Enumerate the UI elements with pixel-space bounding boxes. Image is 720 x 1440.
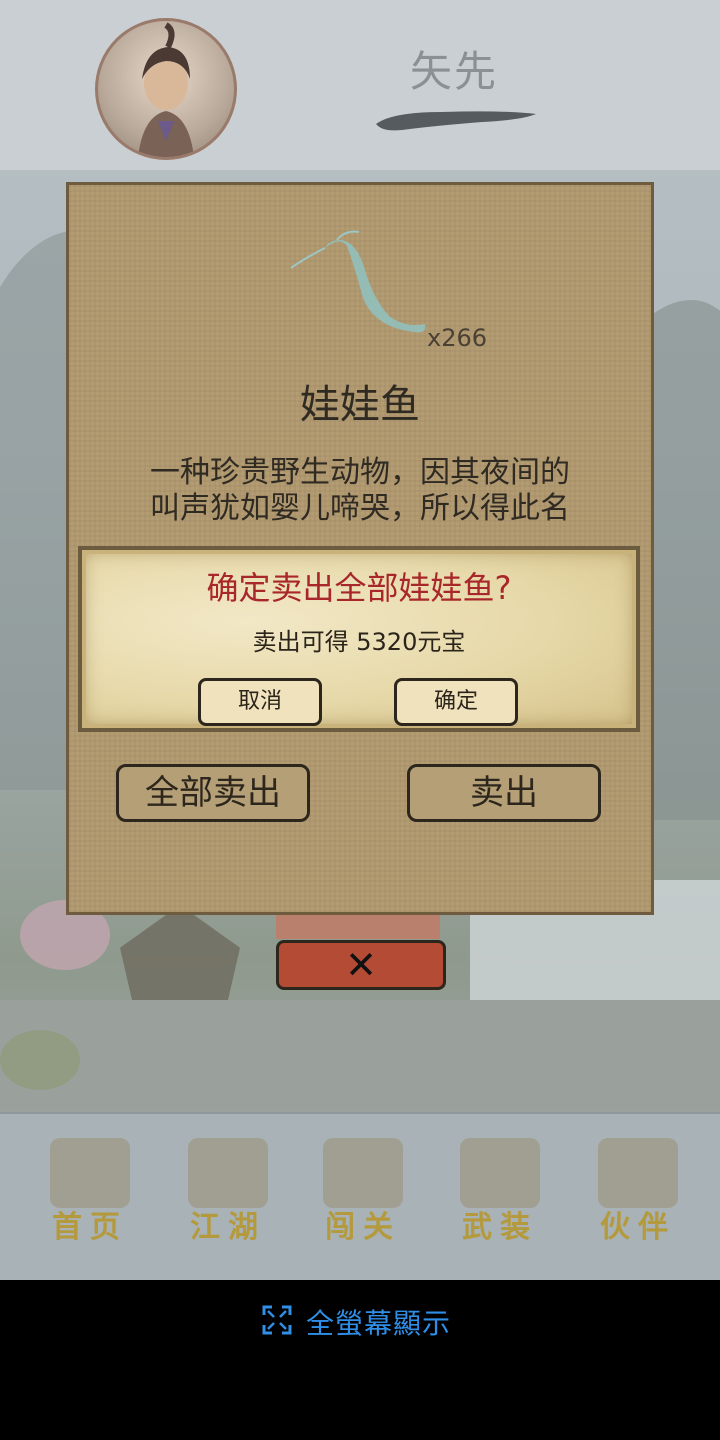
nav-label: 江湖 bbox=[190, 1210, 266, 1245]
confirm-button[interactable]: 确定 bbox=[394, 678, 518, 726]
item-description: 一种珍贵野生动物，因其夜间的 叫声犹如婴儿啼哭，所以得此名 bbox=[100, 455, 620, 527]
cancel-button[interactable]: 取消 bbox=[198, 678, 322, 726]
nav-jianghu[interactable]: 江湖 bbox=[168, 1138, 288, 1248]
fullscreen-label[interactable]: 全螢幕顯示 bbox=[306, 1302, 451, 1342]
close-button-wrap: ✕ bbox=[276, 915, 446, 990]
avatar-portrait bbox=[138, 22, 194, 157]
confirm-title: 确定卖出全部娃娃鱼? bbox=[206, 569, 512, 607]
tree bbox=[0, 1030, 80, 1090]
brush-stroke-decoration bbox=[376, 111, 536, 131]
map-scroll-icon bbox=[188, 1138, 268, 1208]
player-name: 矢先 bbox=[410, 47, 499, 96]
giant-salamander-fish-icon bbox=[290, 230, 426, 333]
fullscreen-icon[interactable] bbox=[262, 1305, 292, 1335]
item-quantity: x266 bbox=[427, 324, 488, 352]
armor-icon bbox=[460, 1138, 540, 1208]
nav-home[interactable]: 首页 bbox=[30, 1138, 150, 1248]
partners-icon bbox=[598, 1138, 678, 1208]
nav-label: 闯关 bbox=[325, 1210, 401, 1245]
description-line: 一种珍贵野生动物，因其夜间的 bbox=[150, 455, 570, 490]
player-avatar[interactable] bbox=[95, 18, 237, 160]
hut bbox=[120, 905, 240, 1000]
sell-all-button[interactable]: 全部卖出 bbox=[116, 764, 310, 822]
sell-button[interactable]: 卖出 bbox=[407, 764, 601, 822]
nav-partners[interactable]: 伙伴 bbox=[578, 1138, 698, 1248]
item-name: 娃娃鱼 bbox=[300, 382, 420, 428]
close-button-shadow bbox=[276, 915, 440, 939]
ground bbox=[0, 1000, 720, 1110]
home-icon bbox=[50, 1138, 130, 1208]
nav-challenge[interactable]: 闯关 bbox=[303, 1138, 423, 1248]
nav-label: 首页 bbox=[52, 1210, 128, 1245]
confirm-message: 卖出可得 5320元宝 bbox=[252, 628, 466, 656]
crossed-swords-icon bbox=[323, 1138, 403, 1208]
nav-label: 武装 bbox=[462, 1210, 538, 1245]
close-button[interactable]: ✕ bbox=[276, 940, 446, 990]
nav-equipment[interactable]: 武装 bbox=[440, 1138, 560, 1248]
nav-label: 伙伴 bbox=[600, 1210, 676, 1245]
description-line: 叫声犹如婴儿啼哭，所以得此名 bbox=[150, 491, 570, 526]
